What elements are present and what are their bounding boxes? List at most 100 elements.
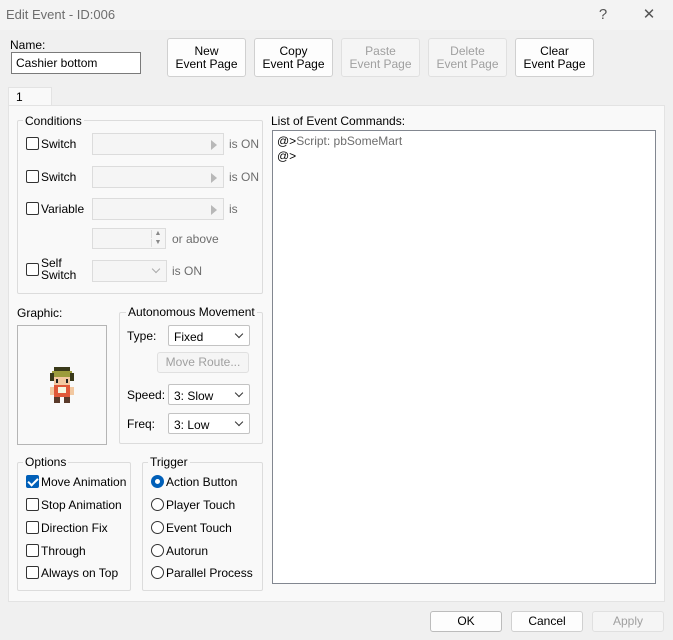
- always-on-top-checkbox[interactable]: [26, 566, 39, 579]
- conditions-title: Conditions: [23, 114, 84, 128]
- self-switch-select[interactable]: [92, 260, 167, 282]
- variable-select[interactable]: [92, 198, 224, 220]
- variable-value-spinner[interactable]: ▲ ▼: [92, 228, 166, 249]
- move-route-button[interactable]: Move Route...: [157, 352, 249, 373]
- ok-button[interactable]: OK: [430, 611, 502, 632]
- name-value: Cashier bottom: [16, 56, 98, 70]
- new-label-2: Event Page: [175, 56, 238, 71]
- parallel-process-radio[interactable]: [151, 566, 164, 579]
- move-animation-checkbox[interactable]: [26, 475, 39, 488]
- always-on-top-label: Always on Top: [41, 566, 119, 580]
- command-prefix: @>: [277, 149, 297, 163]
- new-event-page-button[interactable]: New Event Page: [167, 38, 246, 77]
- name-label: Name:: [10, 38, 46, 52]
- type-value: Fixed: [174, 330, 204, 344]
- chevron-down-icon: [234, 388, 244, 398]
- switch1-suffix: is ON: [229, 137, 259, 151]
- direction-fix-label: Direction Fix: [41, 521, 108, 535]
- chevron-down-icon: [234, 329, 244, 339]
- self-switch-label-2: Switch: [41, 268, 77, 282]
- command-line[interactable]: @>: [277, 149, 296, 163]
- action-button-label: Action Button: [166, 475, 238, 489]
- chevron-down-icon: [234, 417, 244, 427]
- graphic-label: Graphic:: [17, 306, 63, 320]
- window-title: Edit Event - ID:006: [6, 7, 116, 22]
- tab-label: 1: [16, 90, 23, 104]
- delete-label-2: Event Page: [436, 56, 499, 71]
- variable-above-label: or above: [172, 232, 219, 246]
- speed-label: Speed:: [127, 388, 166, 402]
- freq-label: Freq:: [127, 417, 156, 431]
- copy-event-page-button[interactable]: Copy Event Page: [254, 38, 333, 77]
- switch2-checkbox[interactable]: [26, 170, 39, 183]
- arrow-right-icon: [211, 205, 217, 215]
- copy-label-2: Event Page: [262, 56, 325, 71]
- name-input[interactable]: Cashier bottom: [11, 52, 141, 74]
- cancel-label: Cancel: [528, 614, 566, 628]
- copy-label-1: Copy: [279, 43, 308, 58]
- freq-value: 3: Low: [174, 418, 210, 432]
- type-select[interactable]: Fixed: [168, 325, 250, 346]
- delete-label-1: Delete: [450, 43, 485, 58]
- freq-select[interactable]: 3: Low: [168, 413, 250, 434]
- command-prefix: @>: [277, 134, 297, 148]
- speed-select[interactable]: 3: Slow: [168, 384, 250, 405]
- autorun-label: Autorun: [166, 544, 209, 558]
- switch2-select[interactable]: [92, 166, 224, 188]
- autorun-radio[interactable]: [151, 544, 164, 557]
- variable-checkbox[interactable]: [26, 202, 39, 215]
- self-switch-label: Self Switch: [41, 257, 76, 281]
- self-switch-checkbox[interactable]: [26, 263, 39, 276]
- direction-fix-checkbox[interactable]: [26, 521, 39, 534]
- variable-label: Variable: [41, 202, 85, 216]
- self-switch-suffix: is ON: [172, 264, 202, 278]
- speed-value: 3: Slow: [174, 389, 214, 403]
- switch1-checkbox[interactable]: [26, 137, 39, 150]
- clear-event-page-button[interactable]: Clear Event Page: [515, 38, 594, 77]
- arrow-right-icon: [211, 140, 217, 150]
- parallel-process-label: Parallel Process: [166, 566, 253, 580]
- commands-label: List of Event Commands:: [271, 114, 406, 128]
- arrow-right-icon: [211, 173, 217, 183]
- character-sprite: [50, 367, 74, 403]
- stop-animation-checkbox[interactable]: [26, 498, 39, 511]
- apply-label: Apply: [612, 614, 644, 628]
- movement-title: Autonomous Movement: [126, 305, 257, 319]
- close-icon[interactable]: ✕: [636, 4, 662, 26]
- paste-label-2: Event Page: [349, 56, 412, 71]
- switch2-suffix: is ON: [229, 170, 259, 184]
- type-label: Type:: [127, 329, 157, 343]
- switch1-select[interactable]: [92, 133, 224, 155]
- ok-label: OK: [457, 614, 475, 628]
- apply-button[interactable]: Apply: [592, 611, 664, 632]
- switch2-label: Switch: [41, 170, 77, 184]
- event-commands-list[interactable]: @>Script: pbSomeMart @>: [272, 130, 656, 584]
- through-checkbox[interactable]: [26, 544, 39, 557]
- paste-label-1: Paste: [365, 43, 396, 58]
- command-text: Script: pbSomeMart: [296, 134, 403, 148]
- action-button-radio[interactable]: [151, 475, 164, 488]
- chevron-down-icon: [151, 264, 161, 274]
- variable-suffix: is: [229, 202, 238, 216]
- event-touch-radio[interactable]: [151, 521, 164, 534]
- event-touch-label: Event Touch: [166, 521, 232, 535]
- player-touch-radio[interactable]: [151, 498, 164, 511]
- command-line[interactable]: @>Script: pbSomeMart: [277, 134, 402, 148]
- switch1-label: Switch: [41, 137, 77, 151]
- spin-down-icon[interactable]: ▼: [151, 239, 164, 247]
- spin-up-icon[interactable]: ▲: [151, 230, 164, 238]
- tab-page-1[interactable]: 1: [8, 87, 52, 107]
- graphic-preview[interactable]: [17, 325, 107, 445]
- new-label-1: New: [194, 43, 219, 58]
- stop-animation-label: Stop Animation: [41, 498, 122, 512]
- trigger-title: Trigger: [148, 455, 190, 469]
- help-button[interactable]: ?: [590, 4, 616, 26]
- clear-label-1: Clear: [540, 43, 569, 58]
- player-touch-label: Player Touch: [166, 498, 236, 512]
- move-route-label: Move Route...: [165, 355, 241, 369]
- paste-event-page-button[interactable]: Paste Event Page: [341, 38, 420, 77]
- options-title: Options: [23, 455, 69, 469]
- delete-event-page-button[interactable]: Delete Event Page: [428, 38, 507, 77]
- cancel-button[interactable]: Cancel: [511, 611, 583, 632]
- move-animation-label: Move Animation: [41, 475, 127, 489]
